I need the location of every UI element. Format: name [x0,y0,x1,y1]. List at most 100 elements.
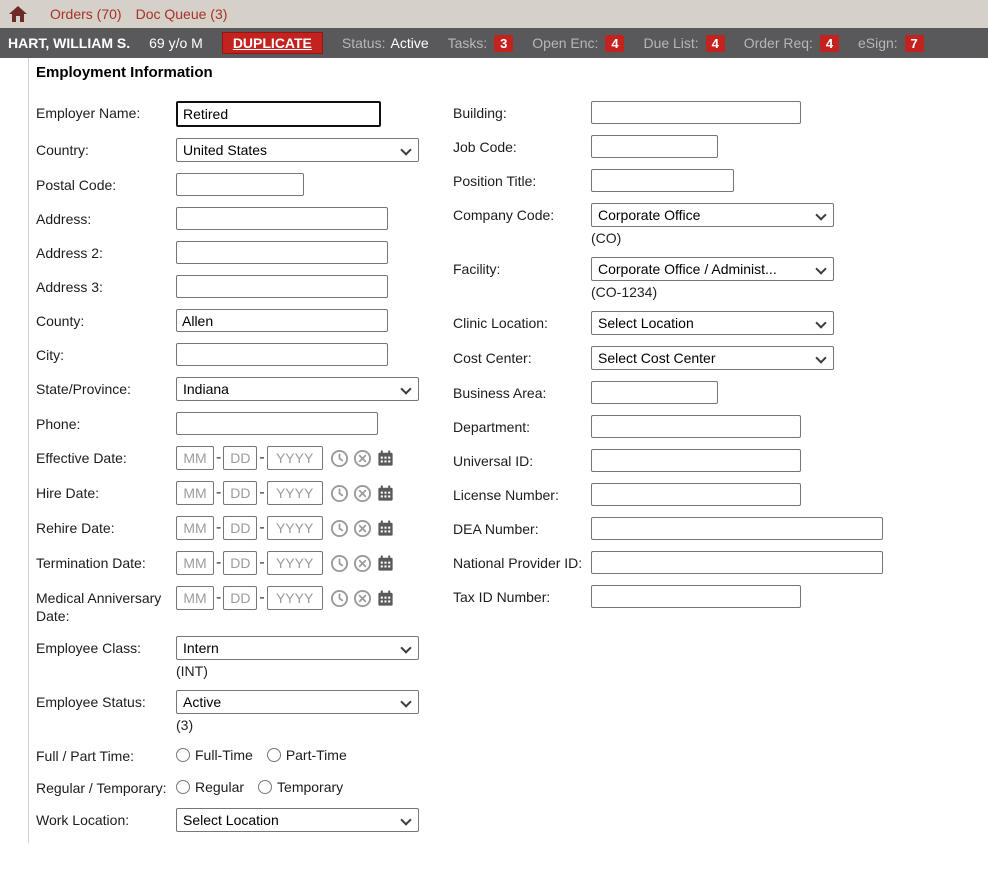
national-provider-id-input[interactable] [591,551,883,574]
tax-id-number-input[interactable] [591,585,801,608]
hire-date-year-input[interactable] [267,481,323,505]
tasks-counter[interactable]: Tasks: 3 [448,35,514,52]
duplicate-button[interactable]: DUPLICATE [222,32,323,54]
patient-age-sex: 69 y/o M [149,35,203,51]
work-location-select[interactable]: Select Location [176,808,419,832]
position-title-input[interactable] [591,169,734,192]
employee-status-select-value: Active [183,694,221,710]
phone-label: Phone: [36,412,176,433]
medical-anniversary-date-month-input[interactable] [176,586,214,610]
effective-date-label: Effective Date: [36,446,176,467]
clinic-location-select[interactable]: Select Location [591,311,834,335]
clear-date-icon[interactable] [353,554,372,573]
employer-name-input[interactable] [176,101,381,127]
regular-radio-input[interactable] [176,780,190,794]
employment-info-panel: Employment Information Employer Name: Co… [28,58,988,843]
rehire-date-label: Rehire Date: [36,516,176,537]
medical-anniversary-date-label: Medical Anniversary Date: [36,586,176,625]
county-input[interactable] [176,309,388,332]
current-time-icon[interactable] [330,589,349,608]
postal-code-label: Postal Code: [36,173,176,194]
effective-date-year-input[interactable] [267,446,323,470]
rehire-date-day-input[interactable] [223,516,257,540]
order-req-badge: 4 [820,35,839,52]
top-nav-bar: Orders (70) Doc Queue (3) [0,0,988,28]
hire-date-month-input[interactable] [176,481,214,505]
date-separator: - [259,589,264,607]
due-list-counter[interactable]: Due List: 4 [643,35,724,52]
temporary-radio-input[interactable] [258,780,272,794]
calendar-icon[interactable] [376,484,395,503]
facility-select[interactable]: Corporate Office / Administ... [591,257,834,281]
termination-date-day-input[interactable] [223,551,257,575]
postal-code-input[interactable] [176,173,304,196]
esign-counter[interactable]: eSign: 7 [858,35,924,52]
date-separator: - [216,449,221,467]
termination-date-month-input[interactable] [176,551,214,575]
open-enc-counter[interactable]: Open Enc: 4 [532,35,624,52]
clear-date-icon[interactable] [353,449,372,468]
medical-anniversary-date-day-input[interactable] [223,586,257,610]
universal-id-input[interactable] [591,449,801,472]
employee-status-select[interactable]: Active [176,690,419,714]
address-input[interactable] [176,207,388,230]
part-time-radio[interactable]: Part-Time [267,747,347,763]
building-input[interactable] [591,101,801,124]
date-separator: - [216,484,221,502]
department-input[interactable] [591,415,801,438]
chevron-down-icon [400,814,411,825]
calendar-icon[interactable] [376,554,395,573]
calendar-icon[interactable] [376,589,395,608]
job-code-label: Job Code: [453,135,591,156]
regular-radio[interactable]: Regular [176,779,244,795]
business-area-input[interactable] [591,381,718,404]
calendar-icon[interactable] [376,449,395,468]
regular-radio-label: Regular [195,779,244,795]
temporary-radio[interactable]: Temporary [258,779,343,795]
current-time-icon[interactable] [330,484,349,503]
full-time-radio-input[interactable] [176,748,190,762]
hire-date-day-input[interactable] [223,481,257,505]
field-department: Department: [453,415,988,438]
medical-anniversary-date-year-input[interactable] [267,586,323,610]
doc-queue-link[interactable]: Doc Queue (3) [136,6,228,22]
effective-date-day-input[interactable] [223,446,257,470]
dea-number-input[interactable] [591,517,883,540]
city-input[interactable] [176,343,388,366]
company-code-select[interactable]: Corporate Office [591,203,834,227]
clear-date-icon[interactable] [353,589,372,608]
chevron-down-icon [400,696,411,707]
current-time-icon[interactable] [330,449,349,468]
employee-class-select[interactable]: Intern [176,636,419,660]
part-time-radio-input[interactable] [267,748,281,762]
license-number-input[interactable] [591,483,801,506]
full-time-radio[interactable]: Full-Time [176,747,253,763]
field-county: County: [36,309,453,332]
field-full-part-time: Full / Part Time: Full-Time Part-Time [36,744,453,765]
esign-label: eSign: [858,35,898,51]
business-area-label: Business Area: [453,381,591,402]
effective-date-month-input[interactable] [176,446,214,470]
rehire-date-month-input[interactable] [176,516,214,540]
current-time-icon[interactable] [330,519,349,538]
country-select[interactable]: United States [176,138,419,162]
home-icon[interactable] [8,5,28,23]
date-separator: - [259,519,264,537]
current-time-icon[interactable] [330,554,349,573]
state-province-select[interactable]: Indiana [176,377,419,401]
calendar-icon[interactable] [376,519,395,538]
phone-input[interactable] [176,412,378,435]
tasks-badge: 3 [494,35,513,52]
order-req-counter[interactable]: Order Req: 4 [744,35,839,52]
orders-link[interactable]: Orders (70) [50,6,122,22]
termination-date-year-input[interactable] [267,551,323,575]
clear-date-icon[interactable] [353,484,372,503]
rehire-date-year-input[interactable] [267,516,323,540]
tax-id-number-label: Tax ID Number: [453,585,591,606]
address3-input[interactable] [176,275,388,298]
job-code-input[interactable] [591,135,718,158]
cost-center-select[interactable]: Select Cost Center [591,346,834,370]
clear-date-icon[interactable] [353,519,372,538]
address2-input[interactable] [176,241,388,264]
date-separator: - [259,449,264,467]
